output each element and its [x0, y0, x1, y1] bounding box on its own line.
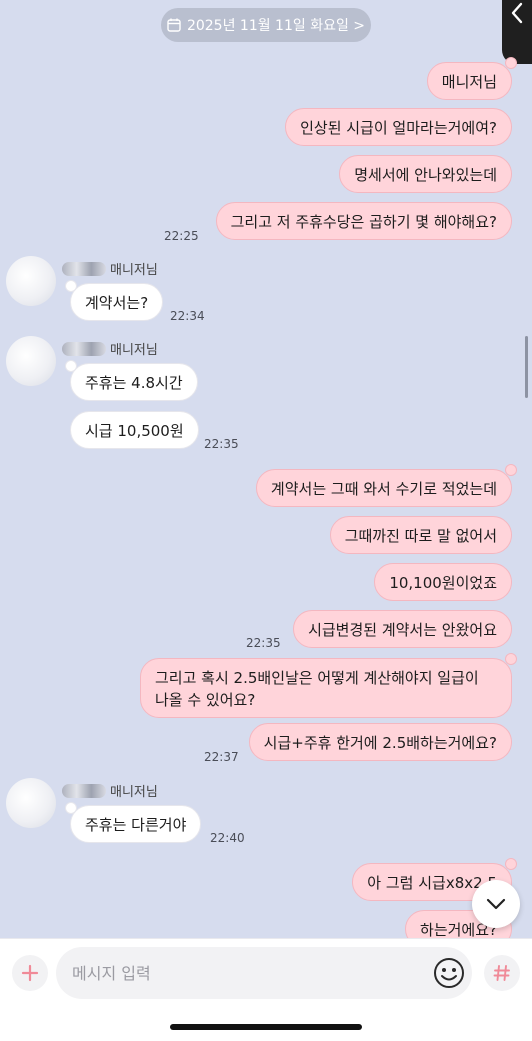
- attach-button[interactable]: [12, 955, 48, 991]
- message-text: 시급변경된 계약서는 안왔어요: [308, 621, 497, 639]
- message-text: 시급 10,500원: [85, 422, 184, 440]
- bubble-tail: [505, 464, 517, 476]
- message-bubble-received[interactable]: 주휴는 4.8시간: [65, 360, 198, 401]
- message-bubble-sent[interactable]: 그리고 혹시 2.5배인날은 어떻게 계산해야지 일급이 나올 수 있어요?: [140, 653, 517, 718]
- message-time: 22:35: [204, 437, 239, 451]
- blurred-name: [62, 261, 106, 276]
- message-text: 매니저님: [441, 73, 497, 91]
- message-text: 그리고 혹시 2.5배인날은 어떻게 계산해야지 일급이 나올 수 있어요?: [155, 669, 479, 709]
- message-text: 주휴는 다른거야: [85, 816, 187, 834]
- scroll-down-button[interactable]: [472, 880, 520, 928]
- message-bubble-sent[interactable]: 매니저님: [426, 57, 517, 100]
- sender-name: 매니저님: [110, 343, 158, 358]
- message-text: 그때까진 따로 말 없어서: [344, 527, 497, 545]
- message-bubble-received[interactable]: 주휴는 다른거야: [65, 802, 202, 843]
- blurred-name: [62, 341, 106, 356]
- avatar[interactable]: [6, 256, 56, 306]
- message-bubble-sent[interactable]: 시급+주휴 한거에 2.5배하는거에요?: [248, 723, 512, 761]
- message-bubble-sent[interactable]: 그리고 저 주휴수당은 곱하기 몇 해야해요?: [215, 202, 512, 240]
- sender-name-row: 매니저님: [62, 339, 158, 358]
- sender-name-row: 매니저님: [62, 259, 158, 278]
- message-time: 22:34: [170, 309, 205, 323]
- chevron-left-icon: [511, 2, 523, 24]
- message-bubble-sent[interactable]: 시급변경된 계약서는 안왔어요: [293, 610, 512, 648]
- message-bubble-received[interactable]: 계약서는?: [65, 280, 164, 321]
- message-text: 그리고 저 주휴수당은 곱하기 몇 해야해요?: [230, 213, 497, 231]
- sender-name: 매니저님: [110, 263, 158, 278]
- message-time: 22:40: [210, 831, 245, 845]
- calendar-icon: [167, 18, 181, 32]
- bubble-tail: [65, 802, 77, 814]
- message-bubble-sent[interactable]: 인상된 시급이 얼마라는거에여?: [285, 108, 512, 146]
- message-text: 계약서는 그때 와서 수기로 적었는데: [270, 480, 497, 498]
- chevron-down-icon: [486, 898, 506, 910]
- bubble-tail: [65, 280, 77, 292]
- message-bubble-sent[interactable]: 10,100원이었죠: [374, 563, 512, 601]
- date-header[interactable]: 2025년 11월 11일 화요일 >: [161, 8, 371, 42]
- hashtag-icon: [493, 965, 510, 981]
- hashtag-button[interactable]: [484, 955, 520, 991]
- back-button[interactable]: [502, 0, 532, 64]
- bubble-tail: [505, 57, 517, 69]
- message-text: 인상된 시급이 얼마라는거에여?: [300, 119, 497, 137]
- bubble-tail: [505, 858, 517, 870]
- message-bubble-sent[interactable]: 명세서에 안나와있는데: [339, 155, 512, 193]
- bubble-tail: [505, 653, 517, 665]
- emoji-icon[interactable]: [432, 956, 466, 990]
- message-text: 시급+주휴 한거에 2.5배하는거에요?: [263, 734, 497, 752]
- message-text: 계약서는?: [85, 294, 149, 312]
- plus-icon: [21, 964, 39, 982]
- message-text: 10,100원이었죠: [389, 574, 497, 592]
- blurred-name: [62, 783, 106, 798]
- home-indicator[interactable]: [170, 1024, 362, 1030]
- sender-name: 매니저님: [110, 785, 158, 800]
- message-time: 22:37: [204, 750, 239, 764]
- message-bubble-sent[interactable]: 그때까진 따로 말 없어서: [329, 516, 512, 554]
- message-text: 주휴는 4.8시간: [85, 374, 183, 392]
- message-time: 22:35: [246, 636, 281, 650]
- message-input[interactable]: [56, 947, 472, 999]
- scrollbar[interactable]: [525, 336, 528, 398]
- message-text: 명세서에 안나와있는데: [354, 166, 497, 184]
- date-label: 2025년 11월 11일 화요일 >: [186, 18, 366, 34]
- sender-name-row: 매니저님: [62, 781, 158, 800]
- message-bubble-received[interactable]: 시급 10,500원: [70, 411, 199, 449]
- avatar[interactable]: [6, 778, 56, 828]
- bubble-tail: [65, 360, 77, 372]
- message-bubble-sent[interactable]: 계약서는 그때 와서 수기로 적었는데: [255, 464, 517, 507]
- message-time: 22:25: [164, 229, 199, 243]
- avatar[interactable]: [6, 336, 56, 386]
